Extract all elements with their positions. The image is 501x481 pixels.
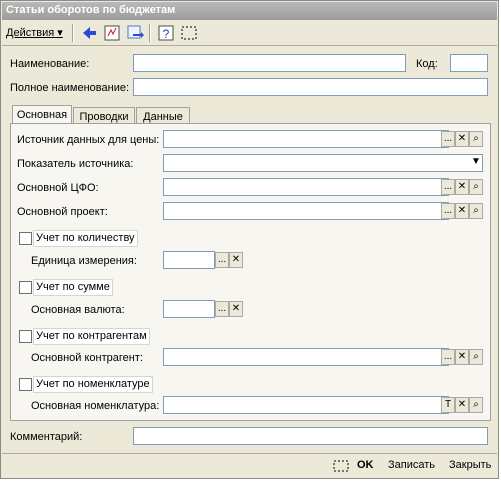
- ellipsis-icon[interactable]: ...: [441, 203, 455, 219]
- main-project-input[interactable]: [163, 202, 449, 220]
- main-project-label: Основной проект:: [17, 206, 108, 218]
- comment-input[interactable]: [133, 427, 488, 445]
- main-cfo-input[interactable]: [163, 178, 449, 196]
- clear-icon[interactable]: ✕: [455, 203, 469, 219]
- unit-input[interactable]: [163, 251, 215, 269]
- ellipsis-icon[interactable]: ...: [441, 349, 455, 365]
- contractor-label: Основной контрагент:: [31, 352, 143, 364]
- unit-label: Единица измерения:: [31, 255, 137, 267]
- clear-icon[interactable]: ✕: [229, 301, 243, 317]
- bottom-bar: OK Записать Закрыть: [2, 453, 497, 479]
- type-icon[interactable]: T: [441, 397, 455, 413]
- name-label: Наименование:: [10, 58, 90, 70]
- code-label: Код:: [416, 58, 438, 70]
- qty-checkbox[interactable]: [19, 232, 32, 245]
- actions-menu[interactable]: Действия ▾: [6, 26, 63, 39]
- ellipsis-icon[interactable]: ...: [215, 252, 229, 268]
- search-icon[interactable]: ⌕: [469, 397, 483, 413]
- tab-main[interactable]: Основная: [12, 105, 72, 125]
- source-indicator-select[interactable]: [163, 154, 483, 172]
- sum-check-label: Учет по сумме: [33, 279, 113, 296]
- search-icon[interactable]: ⌕: [469, 179, 483, 195]
- nomenclature-check-label: Учет по номенклатуре: [33, 376, 153, 393]
- arrow-left-icon[interactable]: [80, 24, 98, 42]
- clear-icon[interactable]: ✕: [455, 349, 469, 365]
- save-button[interactable]: Записать: [388, 459, 435, 471]
- ok-button[interactable]: OK: [357, 459, 374, 471]
- source-indicator-label: Показатель источника:: [17, 158, 134, 170]
- svg-text:?: ?: [163, 27, 170, 41]
- chevron-down-icon[interactable]: ▼: [469, 155, 483, 171]
- selection-icon[interactable]: [332, 459, 350, 476]
- price-source-input[interactable]: [163, 130, 449, 148]
- clear-icon[interactable]: ✕: [455, 397, 469, 413]
- help-icon[interactable]: ?: [157, 24, 175, 42]
- nomenclature-input[interactable]: [163, 396, 449, 414]
- spreadsheet-icon[interactable]: [103, 24, 121, 42]
- code-input[interactable]: [450, 54, 488, 72]
- ellipsis-icon[interactable]: ...: [441, 179, 455, 195]
- currency-input[interactable]: [163, 300, 215, 318]
- comment-label: Комментарий:: [10, 431, 83, 443]
- contractor-input[interactable]: [163, 348, 449, 366]
- search-icon[interactable]: ⌕: [469, 203, 483, 219]
- search-icon[interactable]: ⌕: [469, 131, 483, 147]
- search-icon[interactable]: ⌕: [469, 349, 483, 365]
- clear-icon[interactable]: ✕: [455, 131, 469, 147]
- qty-check-label: Учет по количеству: [33, 230, 138, 247]
- clear-icon[interactable]: ✕: [229, 252, 243, 268]
- budget-items-window: Статьи оборотов по бюджетам Действия ▾ ?…: [0, 0, 499, 479]
- clear-icon[interactable]: ✕: [455, 179, 469, 195]
- sync-arrows-icon[interactable]: [126, 24, 144, 42]
- ellipsis-icon[interactable]: ...: [441, 131, 455, 147]
- currency-label: Основная валюта:: [31, 304, 125, 316]
- fullname-label: Полное наименование:: [10, 82, 130, 94]
- ellipsis-icon[interactable]: ...: [215, 301, 229, 317]
- contractor-checkbox[interactable]: [19, 330, 32, 343]
- toolbar: Действия ▾ ?: [2, 21, 497, 46]
- window-title: Статьи оборотов по бюджетам: [6, 4, 176, 16]
- fullname-input[interactable]: [133, 78, 488, 96]
- close-button[interactable]: Закрыть: [449, 459, 491, 471]
- title-bar: Статьи оборотов по бюджетам: [2, 2, 497, 20]
- price-source-label: Источник данных для цены:: [17, 134, 160, 146]
- selection-icon[interactable]: [180, 24, 198, 42]
- sum-checkbox[interactable]: [19, 281, 32, 294]
- nomenclature-label: Основная номенклатура:: [31, 400, 160, 412]
- nomenclature-checkbox[interactable]: [19, 378, 32, 391]
- name-input[interactable]: [133, 54, 406, 72]
- tab-panel-main: Источник данных для цены: ... ✕ ⌕ Показа…: [10, 123, 491, 421]
- main-cfo-label: Основной ЦФО:: [17, 182, 99, 194]
- contractor-check-label: Учет по контрагентам: [33, 328, 150, 345]
